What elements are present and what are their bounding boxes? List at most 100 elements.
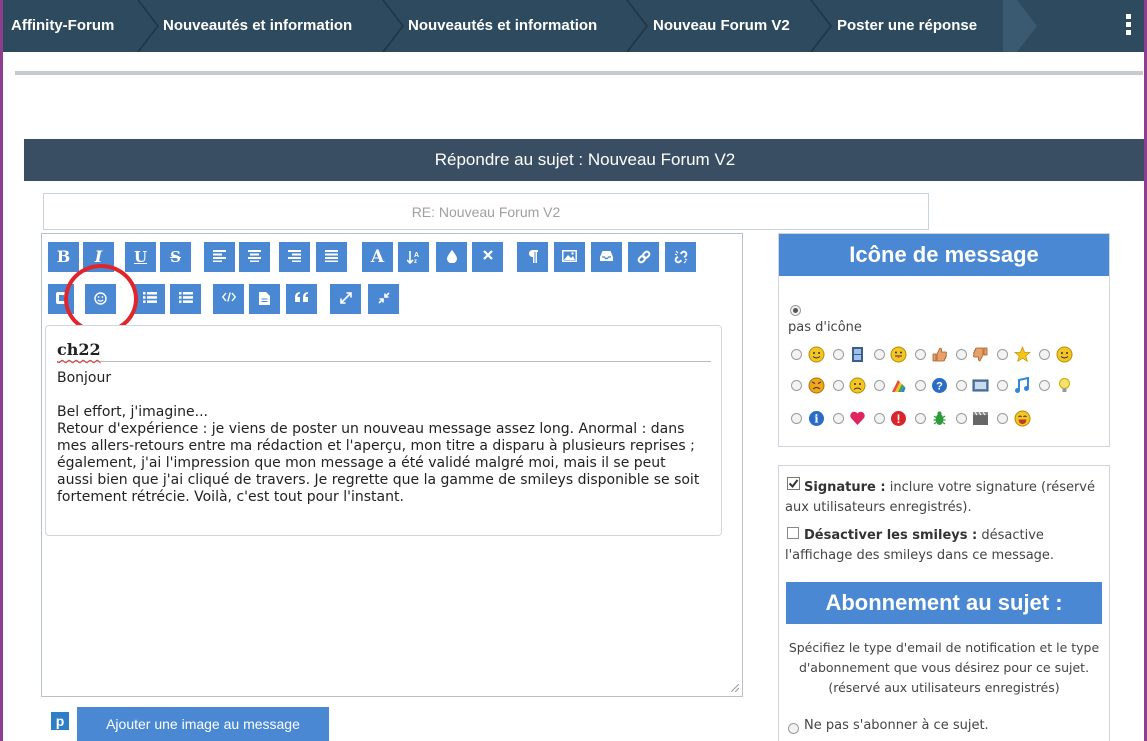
align-center-icon [248,250,261,262]
list-icon [142,292,157,303]
rainbow-icon [892,380,906,392]
icon-radio[interactable] [997,413,1008,424]
heart-icon [850,411,865,425]
breadcrumb-end-arrow [1003,0,1037,52]
page-frame: Affinity-Forum Nouveautés et information… [0,0,1147,741]
link-icon [637,250,650,264]
resize-handle-icon[interactable] [731,684,739,692]
justify-icon [325,250,338,262]
icon-radio[interactable] [1039,380,1050,391]
icon-radio[interactable] [791,380,802,391]
icon-radio[interactable] [956,413,967,424]
link-button[interactable] [628,242,659,272]
align-center-button[interactable] [239,242,270,272]
unlink-icon [674,250,687,264]
breadcrumb: Affinity-Forum Nouveautés et information… [3,0,1144,52]
collapse-button[interactable] [368,284,399,314]
list-ordered-icon [178,292,193,303]
strikethrough-button[interactable]: S [160,242,191,272]
quote-button[interactable] [286,284,317,314]
icon-radio[interactable] [791,349,802,360]
icon-radio[interactable] [915,349,926,360]
expand-icon [339,292,352,304]
icon-radio[interactable] [791,413,802,424]
justify-button[interactable] [316,242,347,272]
icon-radio[interactable] [997,380,1008,391]
message-icon-heading: Icône de message [779,234,1109,276]
disable-smileys-option: Désactiver les smileys : désactive l'aff… [785,526,1101,566]
message-textarea[interactable]: ch22 Bonjour Bel effort, j'imagine... Re… [45,325,722,536]
breadcrumb-item-2[interactable]: Nouveautés et information [408,0,597,52]
underline-button[interactable]: U [125,242,156,272]
code-button[interactable] [213,284,244,314]
document-button[interactable] [249,284,280,314]
font-size-icon: Az [406,251,419,264]
thumbs-down-icon [973,347,988,362]
chevron-right-icon [382,0,404,52]
chevron-right-icon [137,0,159,52]
more-menu-icon[interactable] [1126,14,1132,36]
icon-radio[interactable] [874,349,885,360]
question-icon: ? [932,378,947,393]
bold-button[interactable]: B [48,242,79,272]
bullet-list-button[interactable] [134,284,165,314]
chevron-right-icon [626,0,648,52]
breadcrumb-item-1[interactable]: Nouveautés et information [163,0,352,52]
icon-radio[interactable] [915,380,926,391]
quote-icon [295,292,308,302]
remove-format-button[interactable] [472,242,503,272]
font-button[interactable]: A [362,242,393,272]
color-button[interactable] [436,242,467,272]
music-icon [1015,377,1029,393]
message-line: Retour d'expérience : je viens de poster… [57,421,685,437]
sad-icon [849,377,866,394]
breadcrumb-current[interactable]: Poster une réponse [837,0,977,52]
icon-radio[interactable] [833,349,844,360]
svg-text:A: A [414,252,419,259]
laugh-icon [1014,410,1031,427]
screen-icon [972,379,989,392]
align-left-button[interactable] [204,242,235,272]
paragraph-button[interactable] [517,242,548,272]
font-size-button[interactable]: Az [398,242,429,272]
bug-icon [933,411,946,425]
clapper-icon [973,411,988,425]
icon-radio[interactable] [833,413,844,424]
icon-radio[interactable] [956,380,967,391]
icon-radio-none[interactable] [790,305,801,316]
message-line: fortement rétrécie. Voilà, c'est tout po… [57,489,404,505]
svg-text:z: z [414,259,417,264]
icon-radio[interactable] [833,380,844,391]
no-subscribe-radio[interactable] [788,723,799,734]
no-subscribe-label: Ne pas s'abonner à ce sujet. [804,718,989,733]
pilcrow-icon [528,250,538,263]
numbered-list-button[interactable] [170,284,201,314]
breadcrumb-home[interactable]: Affinity-Forum [11,0,114,52]
icon-radio[interactable] [874,413,885,424]
subscription-desc: Spécifiez le type d'email de notificatio… [788,640,1100,695]
breadcrumb-item-3[interactable]: Nouveau Forum V2 [653,0,790,52]
align-left-icon [213,250,226,262]
disable-smileys-label: Désactiver les smileys : [804,528,978,543]
collapse-icon [377,292,390,304]
icon-radio[interactable] [1039,349,1050,360]
image-button[interactable] [554,242,585,272]
add-image-button[interactable]: Ajouter une image au message [77,707,329,741]
unlink-button[interactable] [665,242,696,272]
hosted-image-button[interactable] [591,242,622,272]
svg-text:!: ! [897,412,901,426]
happy-icon [1056,346,1073,363]
icon-radio[interactable] [956,349,967,360]
icon-radio[interactable] [874,380,885,391]
signature-option: Signature : inclure votre signature (rés… [785,478,1101,518]
align-right-button[interactable] [279,242,310,272]
star-icon [1014,346,1031,363]
message-line: aussi bien que j'ai cliqué de travers. J… [57,472,700,488]
annotation-circle [64,264,138,334]
subject-input[interactable] [43,193,929,230]
expand-button[interactable] [330,284,361,314]
icon-radio[interactable] [915,413,926,424]
image-icon [562,250,577,262]
icon-radio[interactable] [997,349,1008,360]
svg-text:?: ? [936,381,943,393]
